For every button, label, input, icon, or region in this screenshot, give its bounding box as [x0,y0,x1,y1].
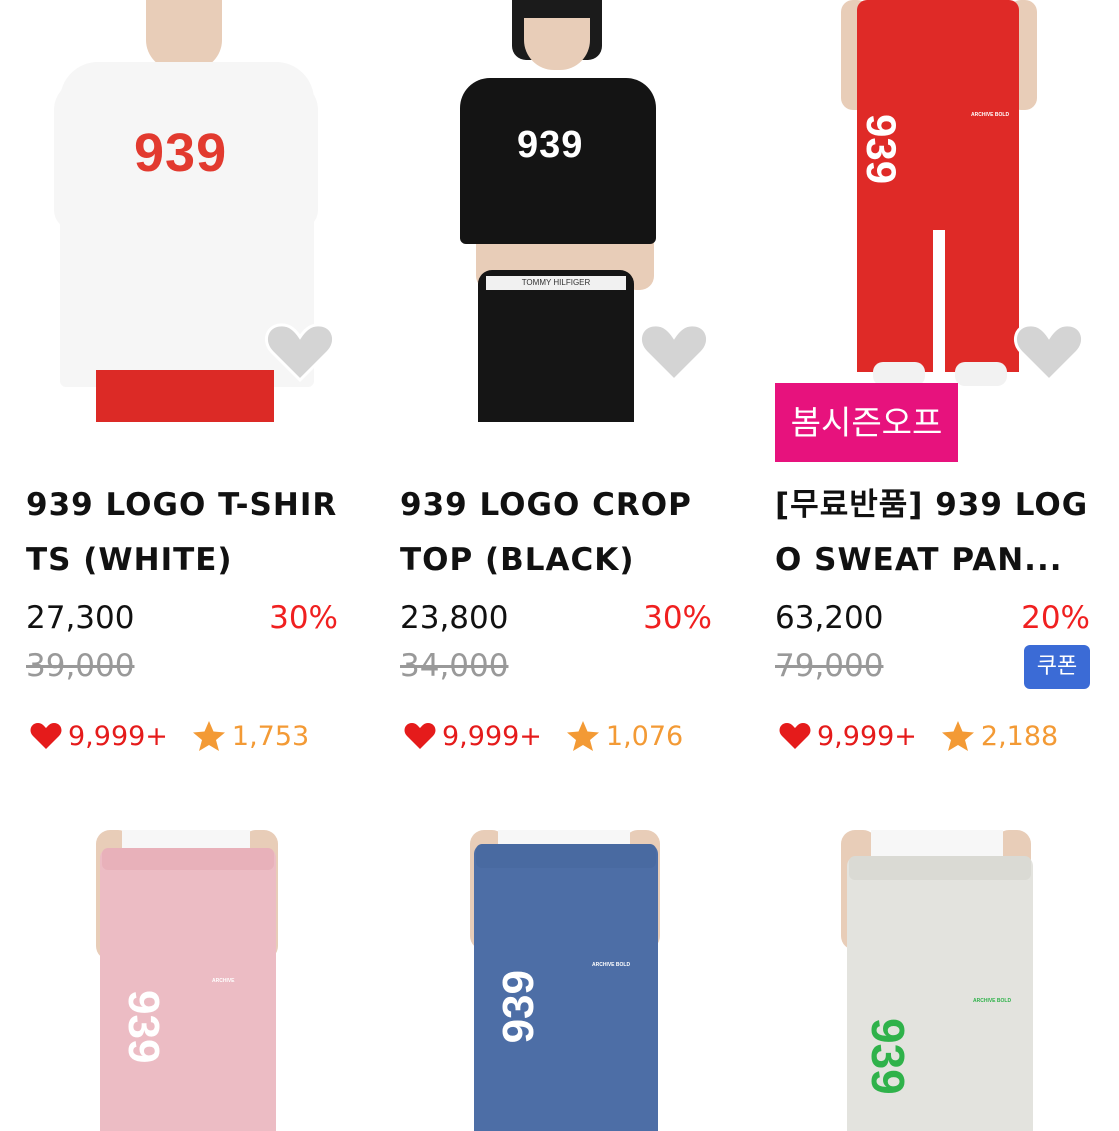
discount-rate: 20% [1021,600,1090,636]
star-icon [941,721,974,751]
likes-count: 9,999+ [442,720,542,752]
pants-print: 939 [858,114,905,185]
coupon-badge[interactable]: 쿠폰 [1024,645,1090,689]
sale-price: 23,800 [400,600,509,636]
heart-icon [30,723,62,749]
heart-icon [404,723,436,749]
heart-icon [779,723,811,749]
heart-outline-icon [264,323,336,383]
rating-count: 1,753 [231,720,310,752]
promo-badge: 봄시즌오프 [775,383,958,462]
product-title[interactable]: 939 LOGO CROP TOP (BLACK) [400,478,720,588]
product-image[interactable]: 939 ARCHIVE BOLD [400,830,720,1131]
wishlist-button[interactable] [1013,322,1085,384]
discount-rate: 30% [269,600,338,636]
product-image[interactable]: 939 ARCHIVE BOLD [775,830,1095,1131]
wishlist-button[interactable] [264,322,336,384]
product-stats: 9,999+ 2,188 [779,716,1058,756]
pants-text-print: ARCHIVE [212,978,235,984]
sale-price: 63,200 [775,600,884,636]
likes-count: 9,999+ [817,720,917,752]
star-icon [192,721,225,751]
product-stats: 9,999+ 1,753 [30,716,309,756]
product-title[interactable]: [무료반품] 939 LOGO SWEAT PAN... [775,478,1095,588]
pants-print: 939 [862,1018,914,1095]
original-price: 34,000 [400,648,509,684]
original-price: 79,000 [775,648,884,684]
shirt-print: 939 [517,124,584,166]
waistband-label: TOMMY HILFIGER [486,276,626,290]
product-title[interactable]: 939 LOGO T-SHIRTS (WHITE) [26,478,346,588]
heart-outline-icon [638,323,710,383]
pants-text-print: ARCHIVE BOLD [971,112,1010,118]
pants-text-print: ARCHIVE BOLD [973,998,1012,1004]
heart-outline-icon [1013,323,1085,383]
original-price: 39,000 [26,648,135,684]
wishlist-button[interactable] [638,322,710,384]
star-icon [566,721,599,751]
sale-price: 27,300 [26,600,135,636]
pants-text-print: ARCHIVE BOLD [592,962,631,968]
likes-count: 9,999+ [68,720,168,752]
pants-print: 939 [494,970,543,1044]
shirt-print: 939 [134,123,228,183]
pants-print: 939 [119,990,168,1064]
discount-rate: 30% [643,600,712,636]
product-grid: 939 939 LOGO T-SHIRTS (WHITE) 27,300 30%… [0,0,1119,1131]
product-image[interactable]: 939 ARCHIVE [26,830,346,1131]
rating-count: 1,076 [605,720,684,752]
product-stats: 9,999+ 1,076 [404,716,683,756]
rating-count: 2,188 [980,720,1059,752]
